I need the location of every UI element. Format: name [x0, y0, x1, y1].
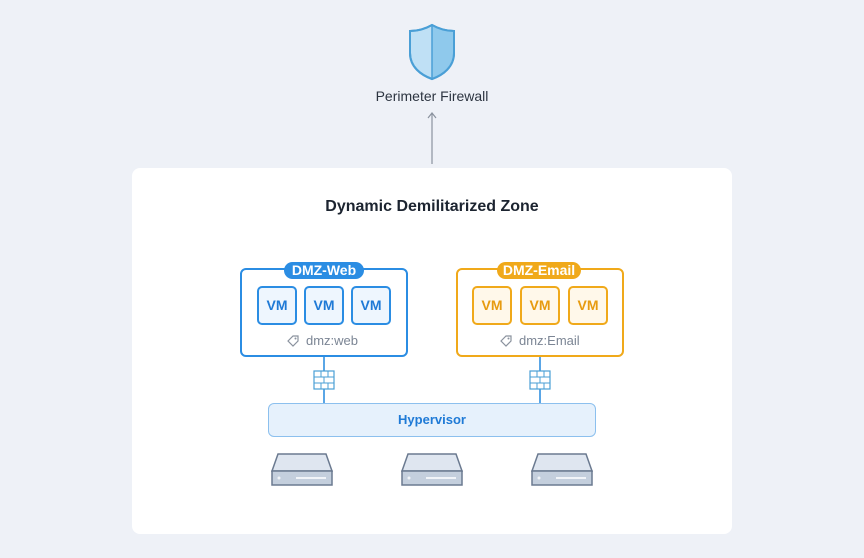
- tag-icon: [287, 334, 299, 347]
- dmz-title: Dynamic Demilitarized Zone: [325, 198, 539, 215]
- group-label-dmz-email: DMZ-Email: [497, 262, 581, 279]
- vm-email-2[interactable]: VM: [520, 286, 560, 325]
- server-icon: [530, 453, 594, 486]
- tag-label: dmz:Email: [519, 333, 580, 348]
- firewall-label: Perimeter Firewall: [375, 88, 489, 104]
- brick-wall-icon: [313, 370, 335, 390]
- shield-icon: [409, 23, 455, 81]
- server-icon: [400, 453, 464, 486]
- tag-label: dmz:web: [306, 333, 359, 348]
- tag-dmz-web: dmz:web: [286, 333, 358, 348]
- tag-icon: [500, 334, 512, 347]
- brick-wall-icon: [529, 370, 551, 390]
- arrow-up-icon: [427, 112, 437, 164]
- tag-dmz-email: dmz:Email: [499, 333, 580, 348]
- vm-web-2[interactable]: VM: [304, 286, 344, 325]
- hypervisor-bar[interactable]: Hypervisor: [268, 403, 596, 437]
- group-label-dmz-web: DMZ-Web: [284, 262, 364, 279]
- vm-web-1[interactable]: VM: [257, 286, 297, 325]
- vm-email-3[interactable]: VM: [568, 286, 608, 325]
- vm-email-1[interactable]: VM: [472, 286, 512, 325]
- server-icon: [270, 453, 334, 486]
- vm-web-3[interactable]: VM: [351, 286, 391, 325]
